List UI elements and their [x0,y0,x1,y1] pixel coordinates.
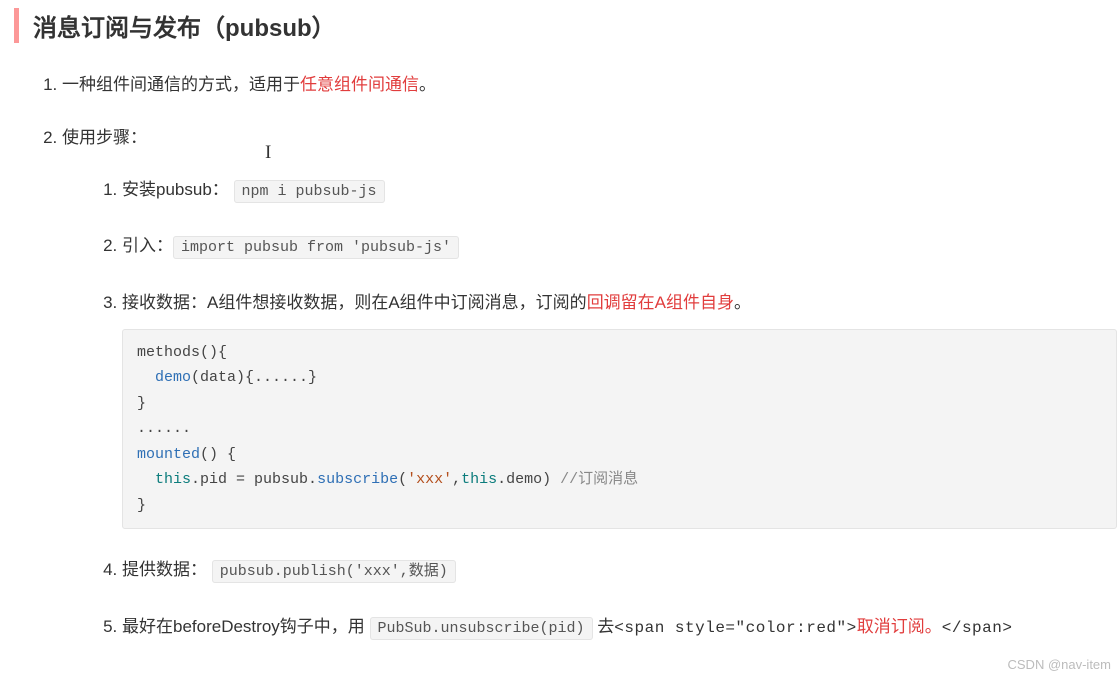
code-token: .demo) [497,471,560,488]
sub5-code: PubSub.unsubscribe(pid) [370,617,593,640]
sub2-label: 引入： [122,236,173,255]
sub4-label: 提供数据： [122,560,207,579]
code-line: methods(){ [137,344,227,361]
code-line: } [137,395,146,412]
sub5-mid1: 去 [597,617,614,636]
code-token: () { [200,446,236,463]
sub-item-unsubscribe: 最好在beforeDestroy钩子中，用 PubSub.unsubscribe… [122,612,1117,643]
code-token: (data){......} [191,369,317,386]
sub4-code: pubsub.publish('xxx',数据) [212,560,456,583]
code-token: this [155,471,191,488]
sub-item-publish: 提供数据： pubsub.publish('xxx',数据) [122,555,1117,586]
sub5-prefix: 最好在beforeDestroy钩子中，用 [122,617,365,636]
code-token [137,471,155,488]
sub-item-import: 引入：import pubsub from 'pubsub-js' [122,231,1117,262]
inner-list: 安装pubsub： npm i pubsub-js 引入：import pubs… [62,175,1117,643]
sub3-highlight: 回调留在A组件自身 [587,293,734,312]
csdn-watermark: CSDN @nav-item [1008,657,1112,672]
code-line: ...... [137,420,191,437]
code-token: this [461,471,497,488]
sub5-highlight: 取消订阅。 [857,617,942,636]
sub-item-install: 安装pubsub： npm i pubsub-js [122,175,1117,206]
code-token: //订阅消息 [560,471,638,488]
sub2-code: import pubsub from 'pubsub-js' [173,236,459,259]
code-token: 'xxx' [407,471,452,488]
code-token: .pid = pubsub. [191,471,317,488]
code-token: , [452,471,461,488]
list-item-2: 使用步骤： 安装pubsub： npm i pubsub-js 引入：impor… [62,124,1117,643]
content-area: 一种组件间通信的方式，适用于任意组件间通信。 使用步骤： 安装pubsub： n… [40,71,1117,642]
item1-text-suffix: 。 [419,75,436,94]
code-block-receive: methods(){ demo(data){......} } ...... m… [122,329,1117,530]
sub1-label: 安装pubsub： [122,180,229,199]
section-heading: 消息订阅与发布（pubsub） [14,8,1117,43]
sub5-raw-close: </span> [942,619,1013,637]
item1-highlight: 任意组件间通信 [300,75,419,94]
sub5-raw-open: <span style="color:red"> [614,619,856,637]
sub-item-receive: 接收数据：A组件想接收数据，则在A组件中订阅消息，订阅的回调留在A组件自身。 m… [122,288,1117,529]
sub3-suffix: 。 [734,293,751,312]
sub1-code: npm i pubsub-js [234,180,385,203]
outer-list: 一种组件间通信的方式，适用于任意组件间通信。 使用步骤： 安装pubsub： n… [40,71,1117,642]
code-line: } [137,497,146,514]
item1-text-prefix: 一种组件间通信的方式，适用于 [62,75,300,94]
code-token: mounted [137,446,200,463]
code-token: subscribe [317,471,398,488]
list-item-1: 一种组件间通信的方式，适用于任意组件间通信。 [62,71,1117,100]
code-token: demo [137,369,191,386]
sub3-label: 接收数据：A组件想接收数据，则在A组件中订阅消息，订阅的 [122,293,587,312]
item2-text: 使用步骤： [62,128,147,147]
code-token: ( [398,471,407,488]
